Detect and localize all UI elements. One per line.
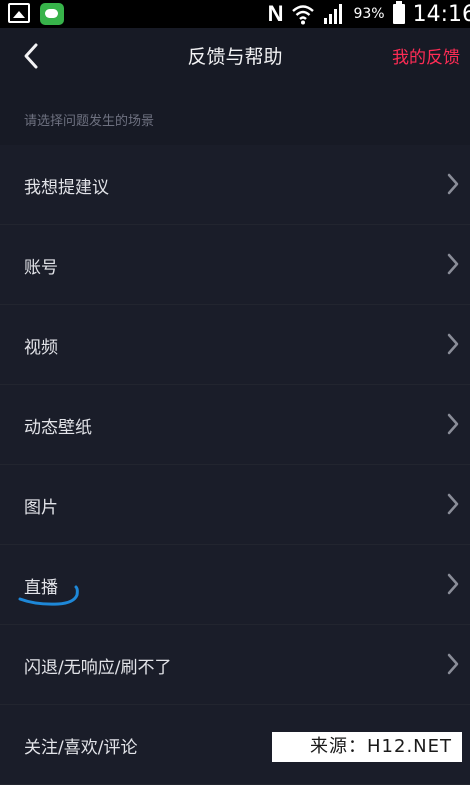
chevron-right-icon <box>447 573 459 595</box>
chevron-right-icon <box>447 413 459 435</box>
watermark: 来源：H12.NET <box>272 732 462 762</box>
list-item-label: 关注/喜欢/评论 <box>24 738 138 758</box>
list-item-images[interactable]: 图片 <box>0 465 470 545</box>
chevron-right-icon <box>447 173 459 195</box>
list-item-live-wallpaper[interactable]: 动态壁纸 <box>0 385 470 465</box>
list-item-suggestion[interactable]: 我想提建议 <box>0 145 470 225</box>
chevron-right-icon <box>447 333 459 355</box>
clock: 14:16 <box>412 1 470 27</box>
battery-percent: 93% <box>353 6 385 22</box>
list-item-label: 图片 <box>24 498 58 518</box>
chevron-right-icon <box>447 653 459 675</box>
nfc-icon: N <box>267 1 284 26</box>
hand-drawn-underline <box>18 585 79 606</box>
list-item-label: 账号 <box>24 258 58 278</box>
wechat-notification-icon <box>40 3 64 25</box>
chevron-right-icon <box>447 253 459 275</box>
list-item-label: 我想提建议 <box>24 178 109 198</box>
status-bar: N 93% 14:16 <box>0 0 470 28</box>
list-item-account[interactable]: 账号 <box>0 225 470 305</box>
list-item-label: 动态壁纸 <box>24 418 92 438</box>
list-item-video[interactable]: 视频 <box>0 305 470 385</box>
list-item-label: 闪退/无响应/刷不了 <box>24 658 172 678</box>
chevron-right-icon <box>447 493 459 515</box>
my-feedback-button[interactable]: 我的反馈 <box>392 43 460 68</box>
section-hint: 请选择问题发生的场景 <box>24 114 155 129</box>
header-bar: 反馈与帮助 我的反馈 <box>0 28 470 84</box>
gallery-notification-icon <box>8 3 30 23</box>
list-item-crash[interactable]: 闪退/无响应/刷不了 <box>0 625 470 705</box>
list-item-label: 视频 <box>24 338 58 358</box>
signal-icon <box>324 4 343 24</box>
wifi-icon <box>292 5 315 25</box>
scene-list: 我想提建议 账号 视频 动态壁纸 图片 直播 闪退/无响应/刷不了 关注/喜欢/… <box>0 145 470 785</box>
battery-icon <box>392 1 405 24</box>
